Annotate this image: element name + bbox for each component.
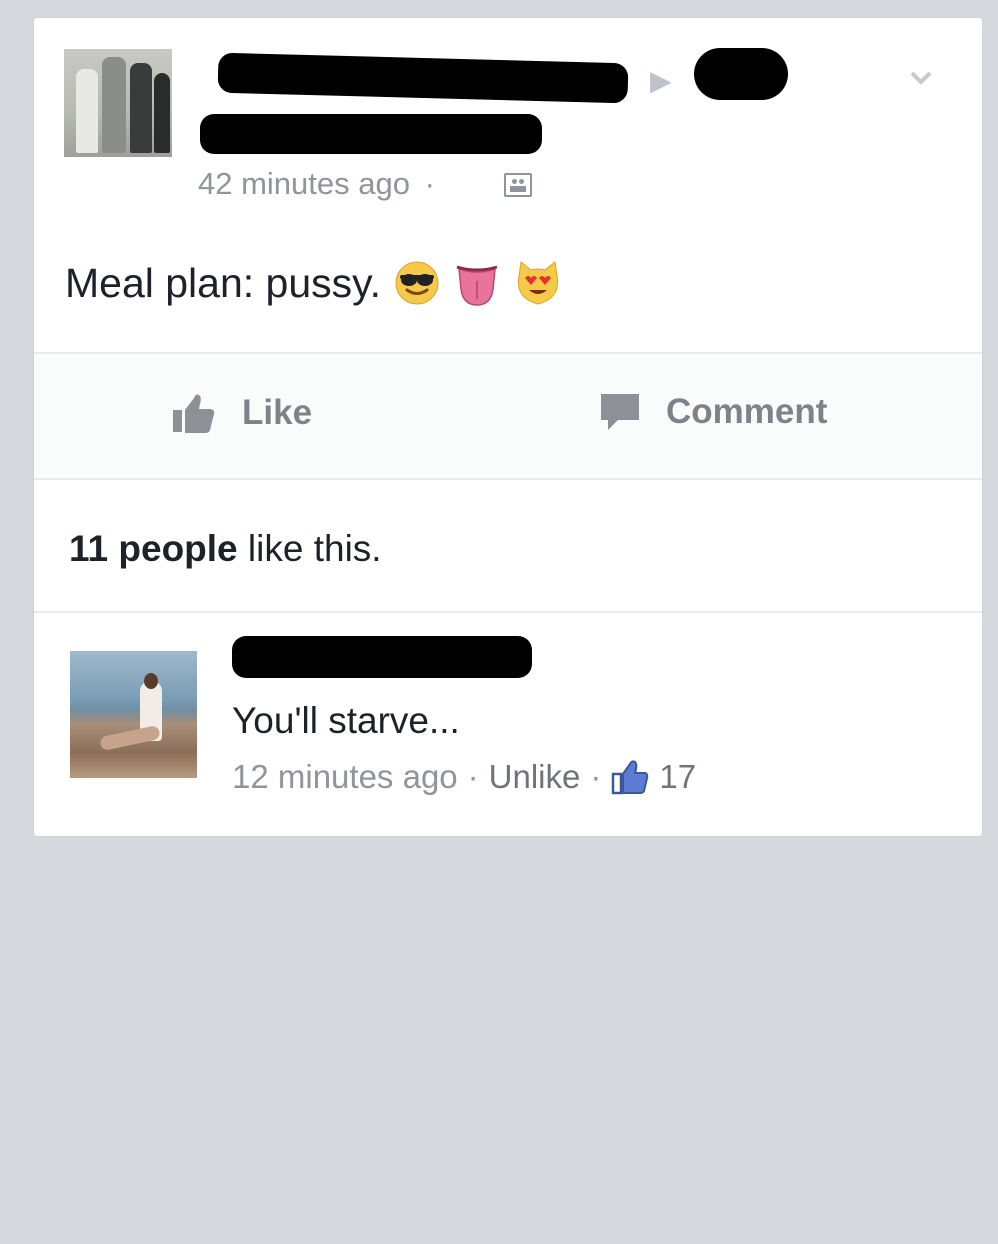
smiling-face-with-sunglasses-icon (395, 261, 439, 305)
chevron-down-icon[interactable] (910, 66, 932, 88)
post-card: ▶ 42 minutes ago · Meal plan: pussy. Lik… (33, 17, 983, 837)
unlike-link[interactable]: Unlike (489, 758, 581, 796)
author-avatar[interactable] (64, 49, 172, 157)
share-arrow-icon: ▶ (650, 65, 672, 96)
comment-text: You'll starve... (232, 700, 460, 741)
post-message-text: Meal plan: pussy. (65, 259, 382, 306)
redacted-destination-name (694, 48, 788, 100)
meta-separator: · (590, 758, 602, 795)
divider (34, 478, 982, 480)
redacted-subtitle (200, 114, 542, 154)
meta-separator: · (467, 758, 479, 795)
likes-text: like this. (237, 528, 382, 569)
likes-count: 11 people (69, 528, 238, 569)
comment-meta: 12 minutes ago · Unlike · 17 (232, 758, 696, 796)
divider (34, 611, 982, 613)
likes-summary[interactable]: 11 people like this. (69, 528, 382, 570)
post-message: Meal plan: pussy. (65, 258, 563, 308)
post-timestamp[interactable]: 42 minutes ago (198, 166, 410, 201)
redacted-commenter-name (232, 636, 532, 678)
tongue-icon (456, 265, 498, 306)
comment-label: Comment (666, 392, 828, 431)
comment-timestamp[interactable]: 12 minutes ago (232, 758, 458, 796)
comment-like-count[interactable]: 17 (659, 758, 696, 796)
redacted-author-name (217, 52, 629, 104)
comment-button[interactable]: Comment (600, 392, 827, 432)
audience-icon[interactable] (504, 173, 532, 197)
meta-separator: · (424, 166, 435, 201)
like-button[interactable]: Like (172, 392, 312, 434)
smiling-cat-with-heart-eyes-icon (517, 261, 559, 305)
thumbs-up-outline-icon (612, 760, 649, 795)
comment-icon (601, 394, 639, 430)
post-meta: 42 minutes ago · (198, 166, 435, 202)
thumbs-up-icon (173, 394, 215, 433)
commenter-avatar[interactable] (70, 651, 197, 778)
like-label: Like (242, 393, 313, 432)
